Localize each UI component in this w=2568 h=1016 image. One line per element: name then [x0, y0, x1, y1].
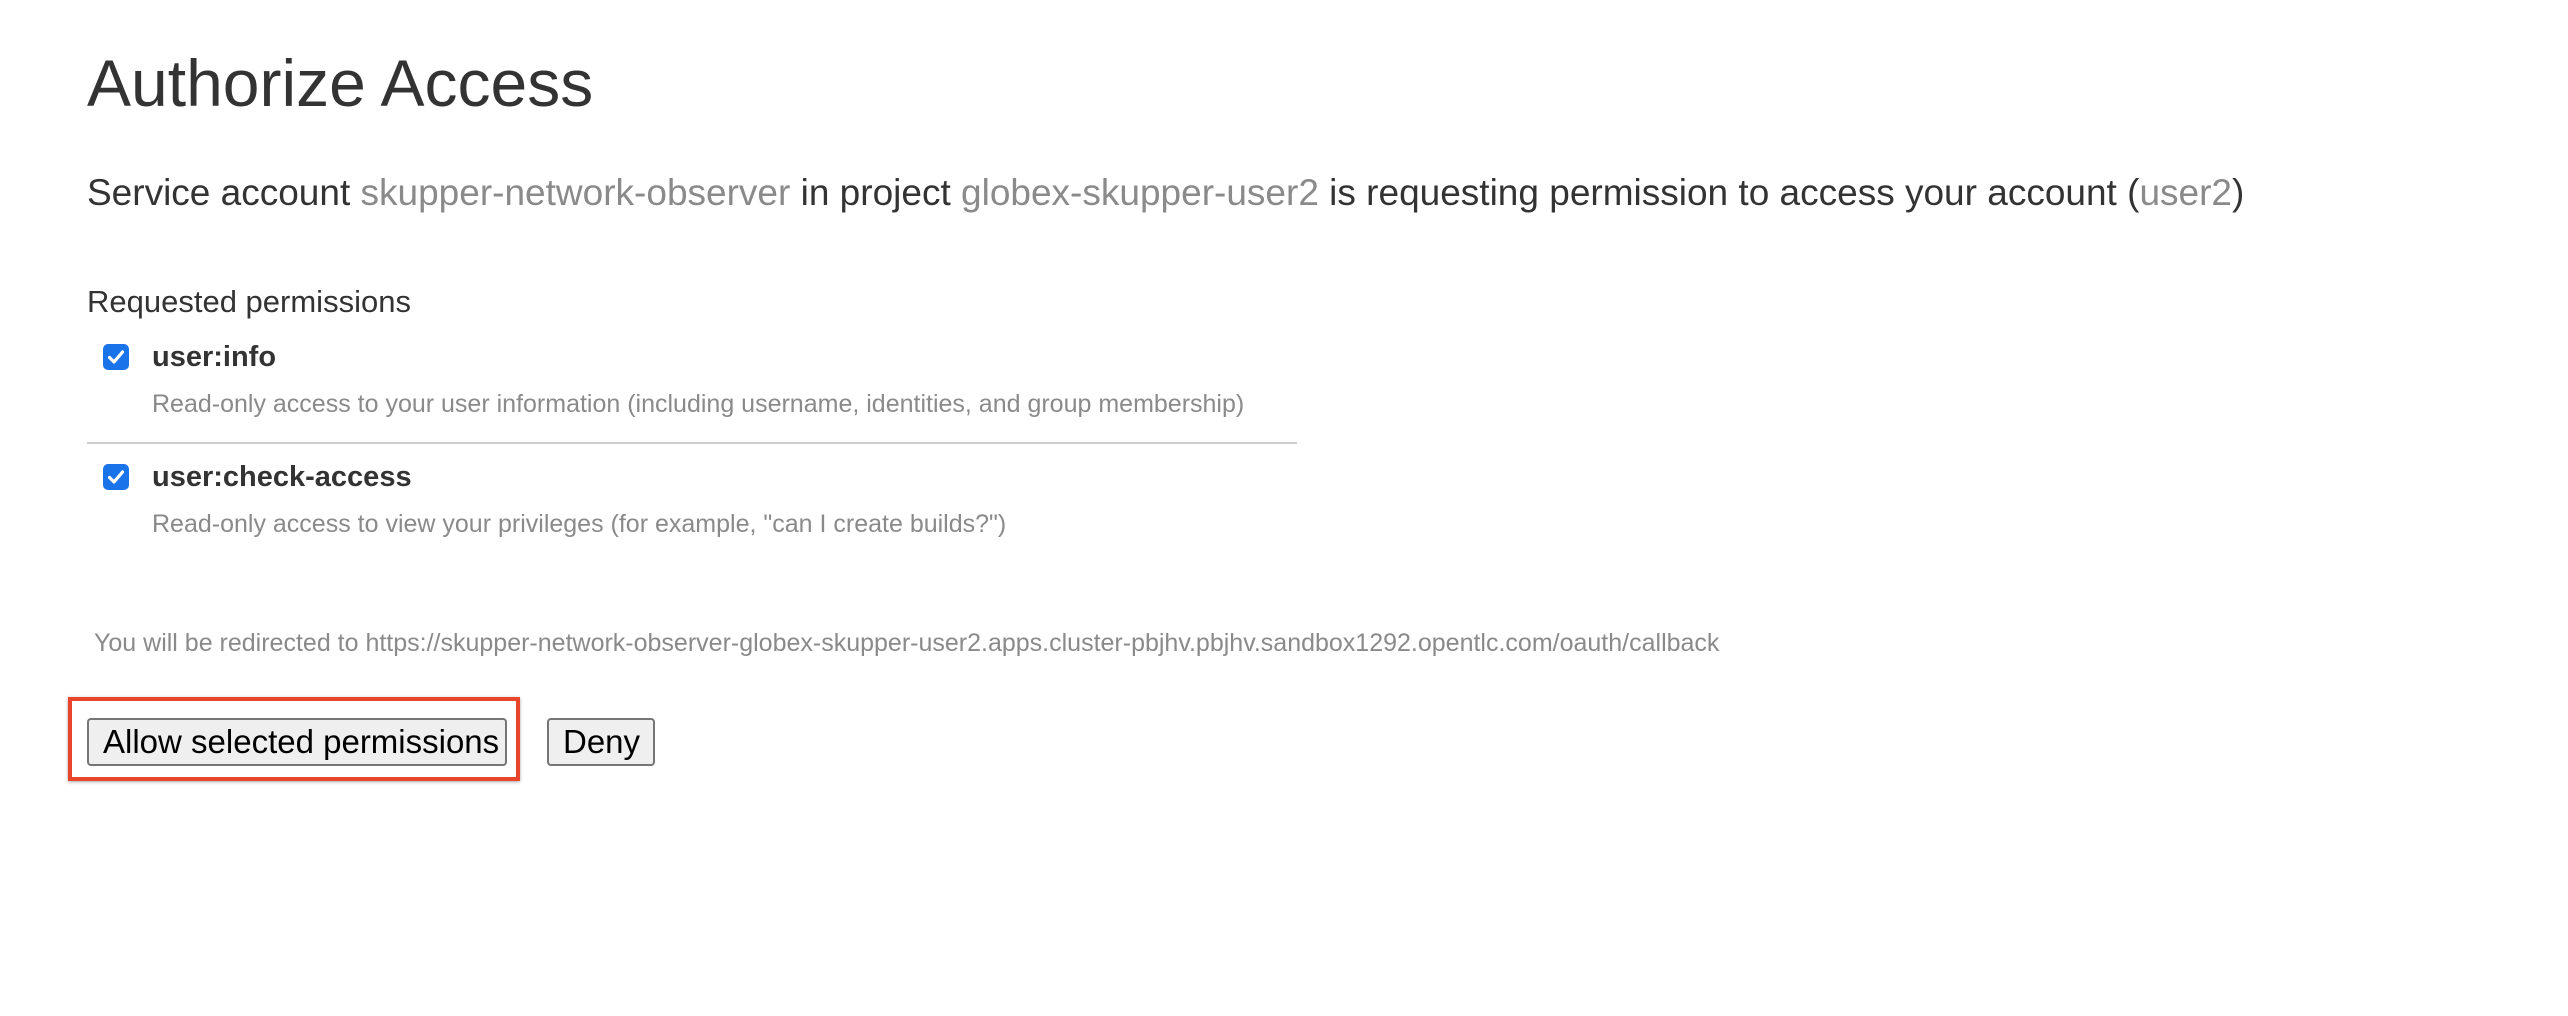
- permission-checkbox-user-info[interactable]: [103, 344, 129, 370]
- request-suffix: is requesting permission to access your …: [1318, 172, 2140, 213]
- authorize-page: Authorize Access Service account skupper…: [0, 0, 2568, 1016]
- permission-description: Read-only access to view your privileges…: [152, 510, 1007, 538]
- permission-name: user:check-access: [152, 461, 412, 493]
- request-prefix: Service account: [87, 172, 361, 213]
- checkmark-icon: [107, 350, 125, 364]
- permission-item-user-check-access: user:check-access Read-only access to vi…: [87, 444, 1297, 554]
- checkmark-icon: [107, 470, 125, 484]
- request-middle: in project: [790, 172, 962, 213]
- allow-permissions-button[interactable]: Allow selected permissions: [87, 718, 507, 766]
- permissions-list: user:info Read-only access to your user …: [87, 332, 1297, 554]
- account-name: user2: [2139, 172, 2232, 213]
- deny-button[interactable]: Deny: [547, 718, 655, 766]
- permission-name: user:info: [152, 341, 277, 373]
- permission-description: Read-only access to your user informatio…: [152, 390, 1245, 418]
- permissions-heading: Requested permissions: [87, 284, 411, 319]
- project-name: globex-skupper-user2: [961, 172, 1319, 213]
- redirect-notice: You will be redirected to https://skuppe…: [94, 629, 1720, 657]
- permission-checkbox-user-check-access[interactable]: [103, 464, 129, 490]
- request-description: Service account skupper-network-observer…: [87, 168, 2244, 218]
- request-close: ): [2232, 172, 2245, 213]
- permission-item-user-info: user:info Read-only access to your user …: [87, 332, 1297, 444]
- service-account-name: skupper-network-observer: [360, 172, 791, 213]
- page-title: Authorize Access: [87, 46, 594, 120]
